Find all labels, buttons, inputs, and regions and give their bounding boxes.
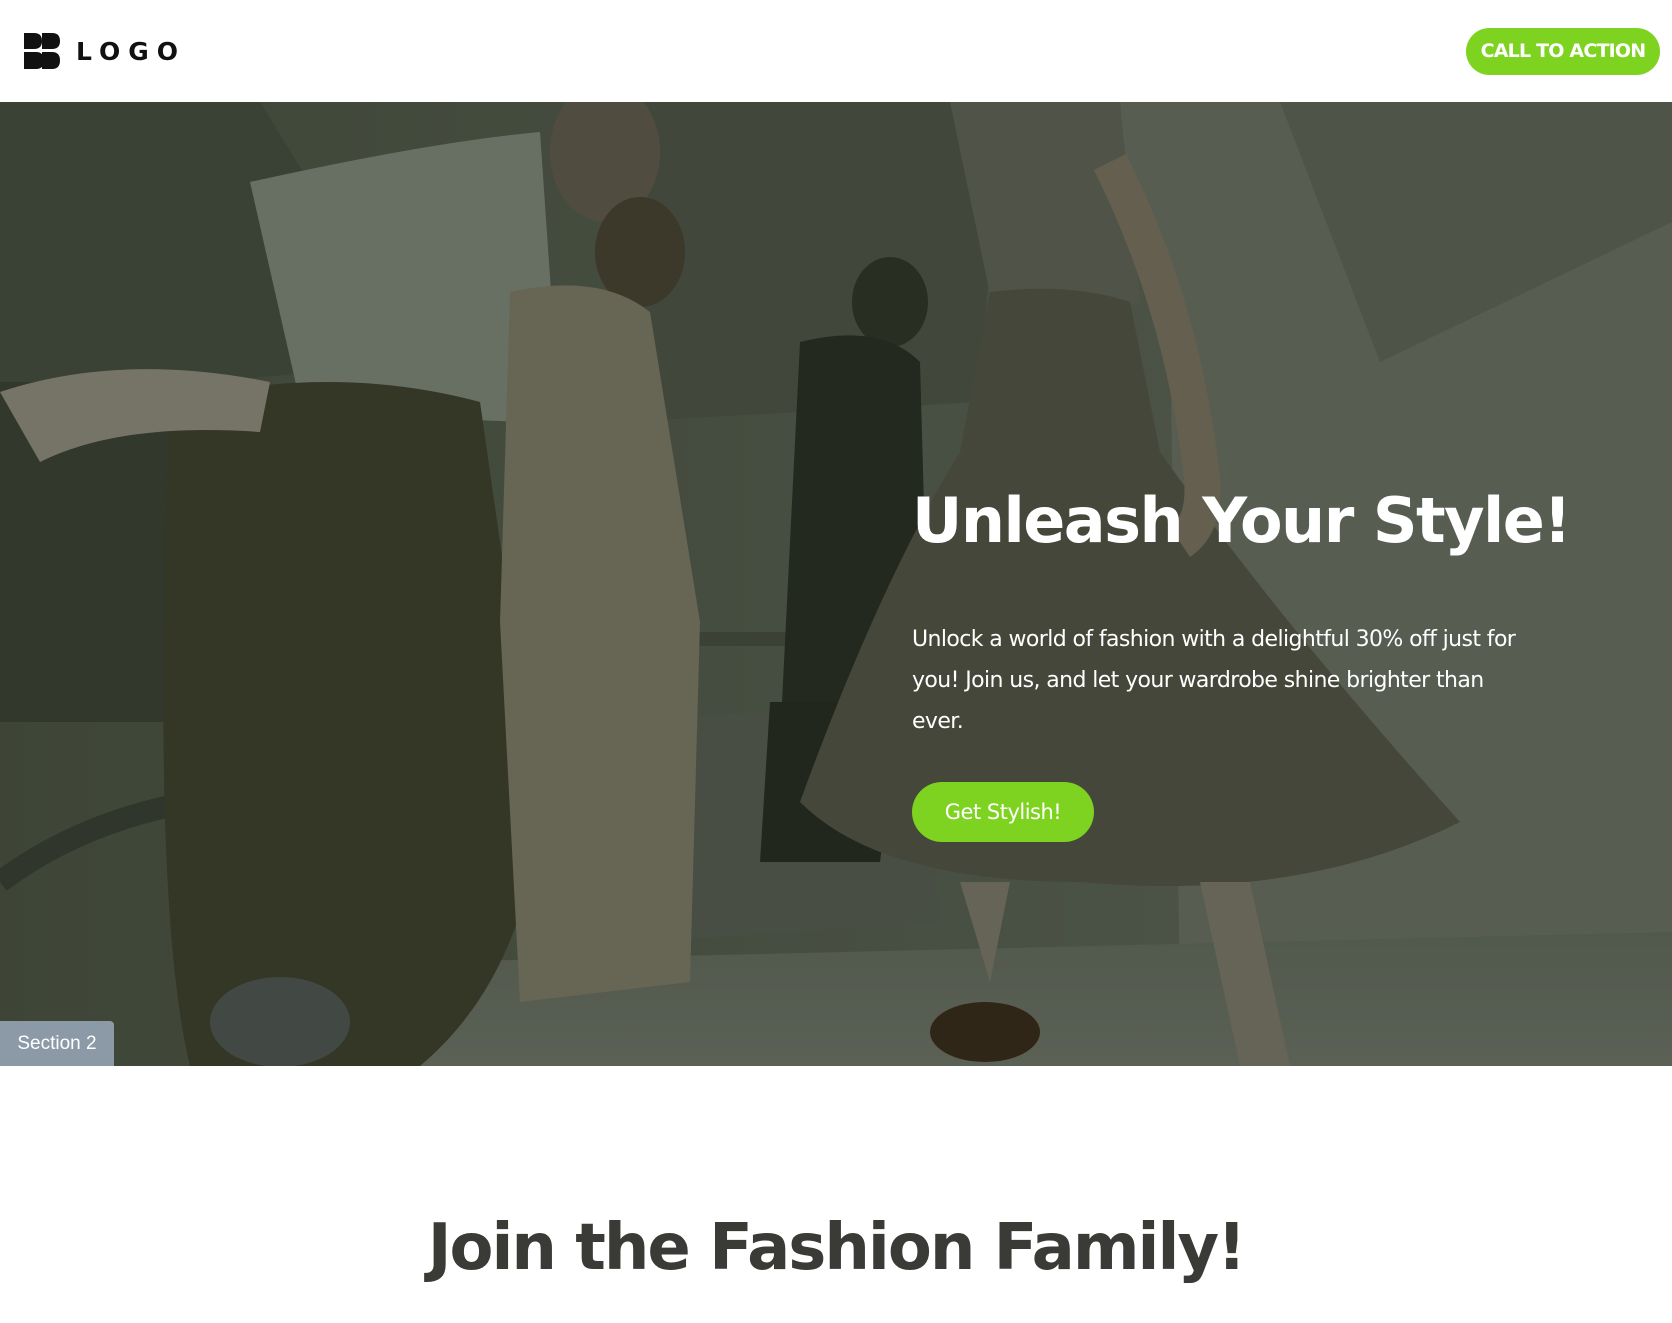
hero-content: Unleash Your Style! Unlock a world of fa… xyxy=(912,484,1572,843)
get-stylish-button[interactable]: Get Stylish! xyxy=(912,782,1094,843)
logo-text: LOGO xyxy=(76,36,187,66)
logo-mark-icon xyxy=(24,33,60,69)
hero-description: Unlock a world of fashion with a delight… xyxy=(912,627,1516,735)
hero-section: Unleash Your Style! Unlock a world of fa… xyxy=(0,102,1672,1066)
landing-page: LOGO CALL TO ACTION Unleash Your Style! … xyxy=(0,0,1672,1323)
site-header: LOGO CALL TO ACTION xyxy=(0,0,1672,102)
hero-title: Unleash Your Style! xyxy=(912,484,1572,557)
call-to-action-button[interactable]: CALL TO ACTION xyxy=(1466,27,1660,75)
join-section-title: Join the Fashion Family! xyxy=(427,1211,1247,1285)
section-tag: Section 2 xyxy=(0,1021,114,1066)
logo[interactable]: LOGO xyxy=(22,31,186,71)
